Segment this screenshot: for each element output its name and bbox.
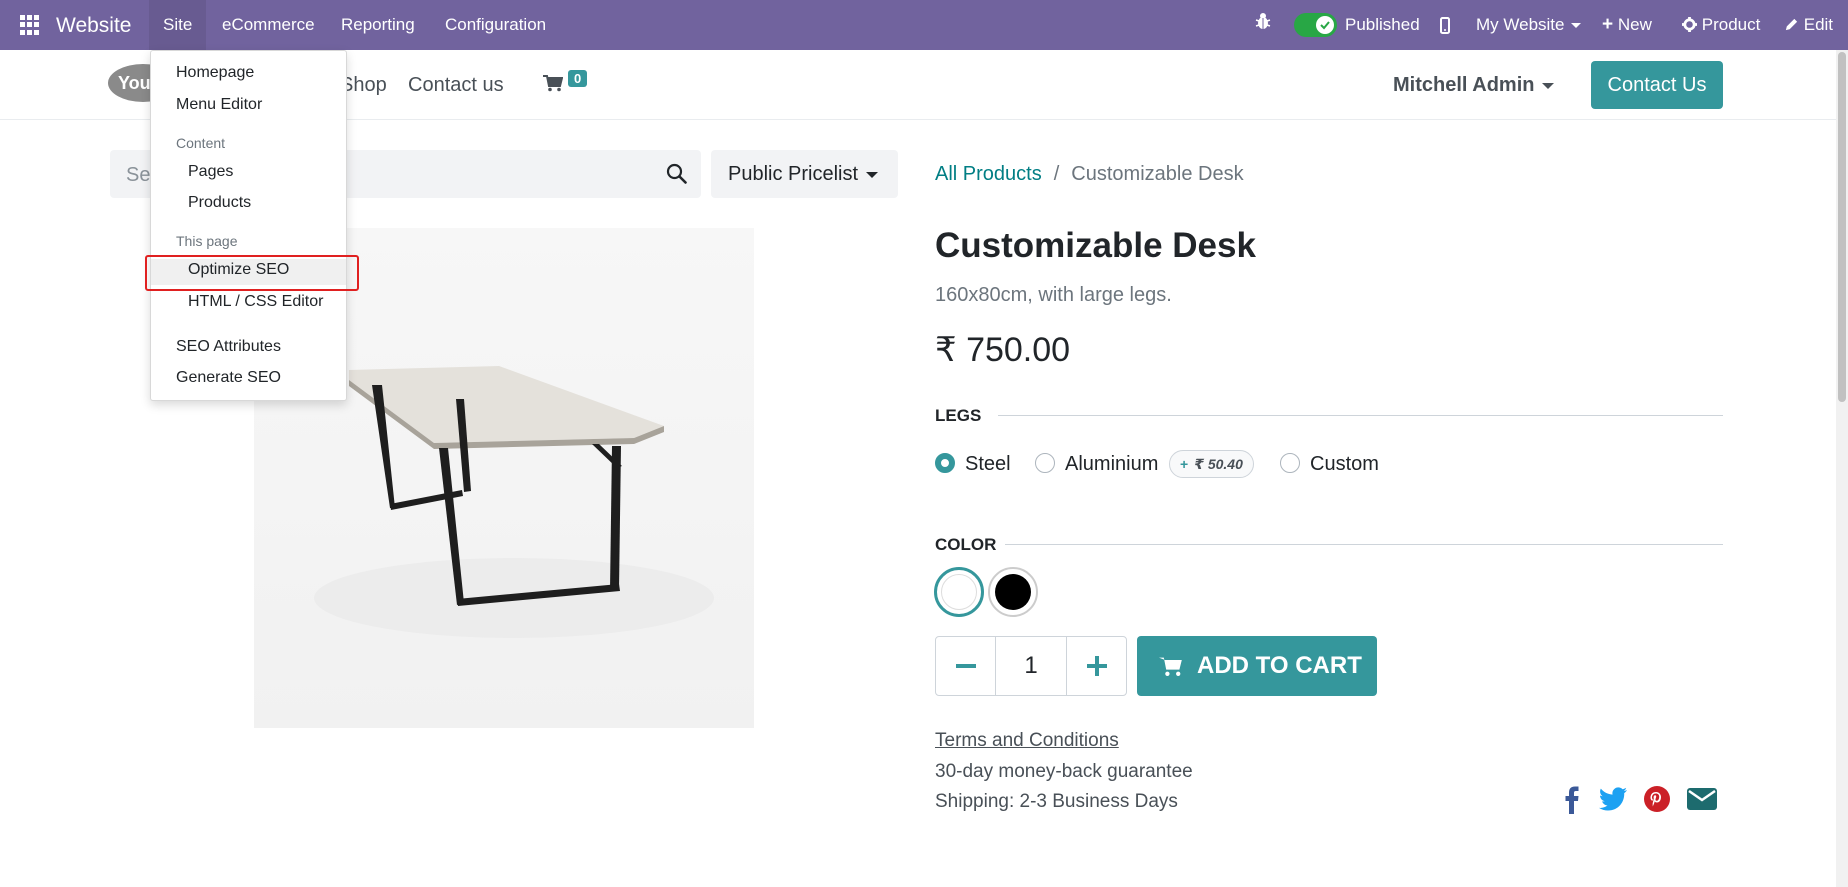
menu-item-homepage[interactable]: Homepage	[176, 64, 254, 82]
website-selector-label: My Website	[1476, 15, 1565, 34]
guarantee-text: 30-day money-back guarantee	[935, 761, 1193, 782]
search-input[interactable]: Se	[126, 164, 150, 187]
user-menu[interactable]: Mitchell Admin	[1393, 74, 1555, 97]
label-aluminium[interactable]: Aluminium	[1065, 453, 1158, 476]
quantity-increase-button[interactable]	[1066, 637, 1126, 695]
site-dropdown-menu: Homepage Menu Editor Content Pages Produ…	[150, 50, 347, 401]
breadcrumb: All Products / Customizable Desk	[935, 163, 1244, 186]
gear-icon	[1682, 17, 1697, 32]
facebook-icon[interactable]	[1565, 786, 1579, 819]
mobile-preview-icon[interactable]	[1440, 0, 1450, 50]
edit-label: Edit	[1803, 15, 1834, 34]
pinterest-icon[interactable]	[1644, 786, 1670, 817]
aluminium-price-extra: ₹ 50.40	[1194, 456, 1243, 472]
price-extra-sign: +	[1180, 456, 1189, 472]
app-brand[interactable]: Website	[56, 14, 131, 38]
breadcrumb-current: Customizable Desk	[1071, 163, 1244, 185]
product-description: 160x80cm, with large legs.	[935, 284, 1172, 306]
website-selector[interactable]: My Website	[1476, 0, 1581, 50]
cart-count-badge: 0	[568, 70, 588, 87]
user-name: Mitchell Admin	[1393, 74, 1535, 96]
terms-link[interactable]: Terms and Conditions	[935, 730, 1119, 752]
color-swatch-white[interactable]	[934, 567, 984, 617]
radio-custom[interactable]	[1280, 453, 1300, 473]
menu-item-html-css-editor[interactable]: HTML / CSS Editor	[188, 293, 323, 311]
menu-item-products[interactable]: Products	[188, 194, 251, 212]
radio-steel[interactable]	[935, 453, 955, 473]
page-scrollbar[interactable]	[1836, 50, 1848, 887]
email-icon[interactable]	[1687, 786, 1717, 815]
chevron-down-icon	[1542, 82, 1555, 89]
legs-heading: LEGS	[935, 406, 982, 425]
aluminium-price-extra-badge: + ₹ 50.40	[1169, 450, 1254, 478]
quantity-stepper: 1	[935, 636, 1127, 696]
menu-item-generate-seo[interactable]: Generate SEO	[176, 369, 281, 387]
edit-button[interactable]: Edit	[1784, 0, 1833, 50]
product-price: ₹ 750.00	[935, 331, 1071, 369]
radio-aluminium[interactable]	[1035, 453, 1055, 473]
nav-shop[interactable]: Shop	[340, 74, 387, 97]
menu-item-pages[interactable]: Pages	[188, 163, 233, 181]
menu-ecommerce[interactable]: eCommerce	[208, 0, 329, 50]
cart-icon	[1159, 657, 1182, 676]
pencil-icon	[1785, 18, 1798, 31]
new-label: New	[1617, 15, 1652, 34]
product-title: Customizable Desk	[935, 226, 1256, 265]
shipping-text: Shipping: 2-3 Business Days	[935, 791, 1178, 812]
quantity-input[interactable]: 1	[996, 637, 1066, 695]
chevron-down-icon	[866, 171, 879, 178]
cart-icon[interactable]	[543, 74, 564, 97]
quantity-decrease-button[interactable]	[936, 637, 996, 695]
search-icon[interactable]	[666, 163, 687, 189]
menu-header-content: Content	[176, 135, 226, 151]
highlight-annotation-box	[145, 255, 359, 291]
scrollbar-thumb[interactable]	[1838, 52, 1846, 402]
color-swatch-black[interactable]	[988, 567, 1038, 617]
menu-item-seo-attributes[interactable]: SEO Attributes	[176, 338, 281, 356]
legs-divider	[998, 415, 1723, 416]
nav-contact-us[interactable]: Contact us	[408, 74, 504, 97]
plus-icon: +	[1602, 14, 1614, 35]
debug-bug-icon[interactable]	[1255, 0, 1271, 50]
admin-navbar: Website Site eCommerce Reporting Configu…	[0, 0, 1848, 50]
label-steel[interactable]: Steel	[965, 453, 1011, 476]
breadcrumb-all-products[interactable]: All Products	[935, 163, 1042, 185]
menu-configuration[interactable]: Configuration	[431, 0, 560, 50]
chevron-down-icon	[1570, 23, 1581, 29]
color-heading: COLOR	[935, 535, 997, 554]
add-to-cart-button[interactable]: ADD TO CART	[1137, 636, 1377, 696]
pricelist-label: Public Pricelist	[728, 163, 859, 185]
menu-site[interactable]: Site	[149, 0, 207, 50]
menu-item-menu-editor[interactable]: Menu Editor	[176, 96, 262, 114]
breadcrumb-separator: /	[1053, 163, 1060, 185]
twitter-icon[interactable]	[1599, 786, 1627, 817]
menu-reporting[interactable]: Reporting	[327, 0, 429, 50]
new-button[interactable]: + New	[1602, 0, 1652, 50]
contact-us-button[interactable]: Contact Us	[1591, 61, 1723, 109]
color-divider	[1005, 544, 1723, 545]
menu-header-this-page: This page	[176, 233, 238, 249]
product-button[interactable]: Product	[1682, 0, 1760, 50]
published-label[interactable]: Published	[1345, 0, 1420, 50]
product-label: Product	[1701, 15, 1761, 34]
pricelist-dropdown[interactable]: Public Pricelist	[711, 150, 898, 198]
published-toggle[interactable]	[1294, 13, 1337, 37]
apps-menu-icon[interactable]	[20, 15, 40, 35]
add-to-cart-label: ADD TO CART	[1197, 652, 1362, 679]
label-custom[interactable]: Custom	[1310, 453, 1379, 476]
